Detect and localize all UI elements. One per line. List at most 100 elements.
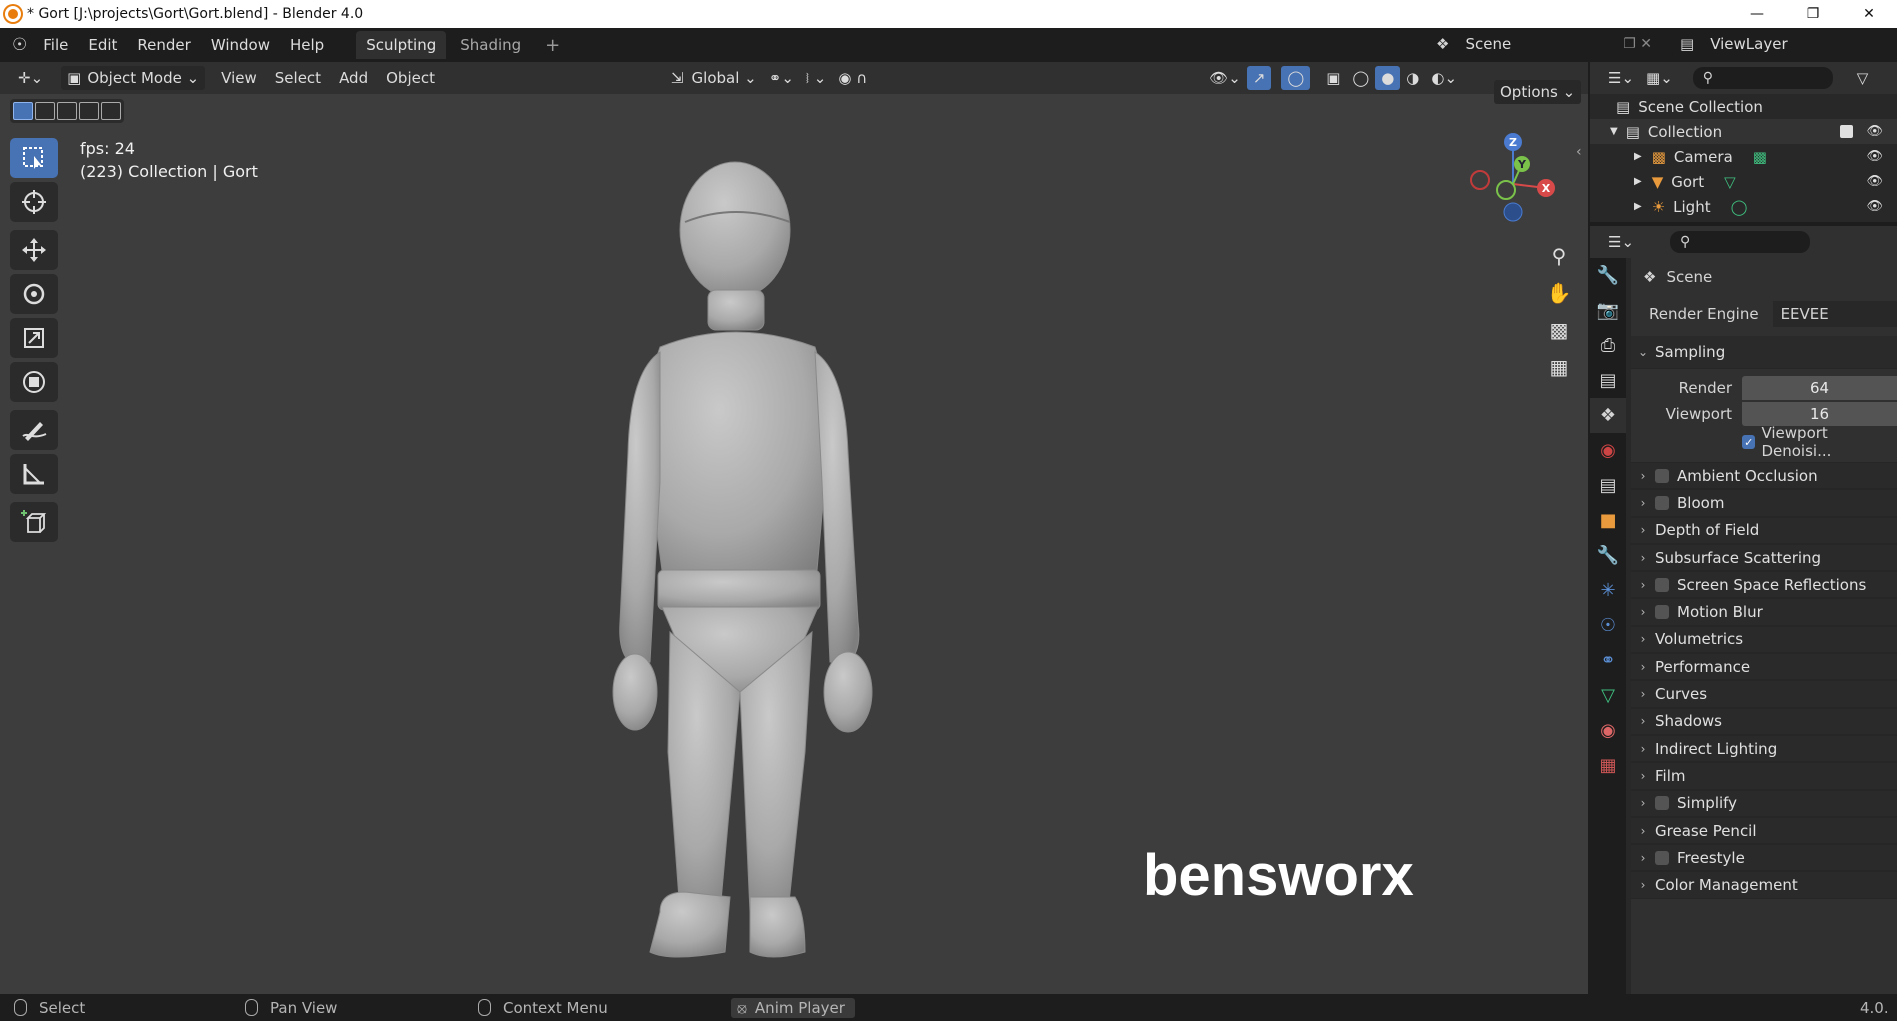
menu-window[interactable]: Window	[201, 36, 280, 54]
outliner-scene-collection[interactable]: ▤ Scene Collection	[1590, 94, 1897, 119]
expand-icon[interactable]: ▶	[1634, 151, 1642, 162]
output-tab-icon[interactable]: ⎙	[1590, 328, 1626, 363]
outliner-item-camera[interactable]: ▶ ▩ Camera ▩ 👁	[1590, 144, 1897, 169]
perspective-grid-icon[interactable]: ▦	[1543, 351, 1575, 383]
light-visibility-icon[interactable]: 👁	[1866, 199, 1883, 214]
render-panel-header[interactable]: › Subsurface Scattering	[1631, 543, 1897, 572]
gort-model[interactable]	[590, 152, 910, 972]
modifier-tab-icon[interactable]: 🔧	[1590, 538, 1626, 573]
scene-name[interactable]: Scene	[1457, 34, 1520, 53]
add-cube-tool[interactable]	[10, 502, 58, 542]
camera-visibility-icon[interactable]: 👁	[1866, 149, 1883, 164]
outliner-editor-type-icon[interactable]: ☰⌄	[1602, 66, 1640, 90]
select-invert-icon[interactable]	[79, 102, 99, 120]
menu-view[interactable]: View	[215, 66, 263, 90]
render-panel-header[interactable]: › Depth of Field	[1631, 516, 1897, 544]
scene-tab-icon[interactable]: ❖	[1590, 398, 1626, 433]
gort-visibility-icon[interactable]: 👁	[1866, 174, 1883, 189]
xray-toggle-icon[interactable]: ▣	[1320, 66, 1346, 90]
scale-tool[interactable]	[10, 318, 58, 358]
tab-shading[interactable]: Shading	[450, 31, 531, 59]
measure-tool[interactable]	[10, 454, 58, 494]
editor-type-icon[interactable]: ✛⌄	[12, 66, 49, 90]
render-panel-header[interactable]: › Ambient Occlusion	[1631, 462, 1897, 490]
collapse-icon[interactable]: ▼	[1610, 126, 1618, 137]
sampling-panel-header[interactable]: ⌄ Sampling	[1631, 336, 1897, 369]
visibility-icon[interactable]: 👁⌄	[1203, 66, 1247, 90]
proportional-edit-icon[interactable]: ◉ ∩	[832, 66, 873, 90]
render-panel-header[interactable]: › Color Management	[1631, 871, 1897, 899]
solid-shading-icon[interactable]: ●	[1375, 66, 1401, 90]
texture-tab-icon[interactable]: ▦	[1590, 748, 1626, 783]
navigation-gizmo[interactable]: Z Y X	[1458, 124, 1568, 234]
rendered-shading-icon[interactable]: ◐⌄	[1425, 66, 1463, 90]
menu-select[interactable]: Select	[269, 66, 327, 90]
select-subtract-icon[interactable]	[57, 102, 77, 120]
panel-enable-checkbox[interactable]	[1655, 796, 1669, 811]
menu-add[interactable]: Add	[333, 66, 374, 90]
sidebar-toggle-icon[interactable]: ‹	[1576, 144, 1582, 160]
blender-menu-icon[interactable]: ☉	[12, 35, 27, 55]
outliner-collection[interactable]: ▼ ▤ Collection 👁	[1590, 119, 1897, 144]
outliner-item-gort[interactable]: ▶ ▼ Gort ▽ 👁	[1590, 169, 1897, 194]
panel-enable-checkbox[interactable]	[1655, 577, 1669, 592]
rotate-tool[interactable]	[10, 274, 58, 314]
render-panel-header[interactable]: › Performance	[1631, 653, 1897, 681]
viewport-denoise-checkbox[interactable]: ✓	[1742, 435, 1756, 449]
particles-tab-icon[interactable]: ✳	[1590, 573, 1626, 608]
render-panel-header[interactable]: › Volumetrics	[1631, 625, 1897, 654]
data-tab-icon[interactable]: ▽	[1590, 678, 1626, 713]
menu-file[interactable]: File	[33, 36, 78, 54]
panel-enable-checkbox[interactable]	[1655, 495, 1669, 510]
view-layer-name[interactable]: ViewLayer	[1702, 34, 1796, 53]
scene-selector[interactable]: ❖ Scene ❐ ✕	[1428, 30, 1660, 57]
object-tab-icon[interactable]: ■	[1590, 503, 1626, 538]
move-tool[interactable]	[10, 230, 58, 270]
render-panel-header[interactable]: › Simplify	[1631, 789, 1897, 817]
3d-viewport[interactable]: ✛⌄ ▣ Object Mode ⌄ View Select Add Object…	[0, 62, 1588, 994]
menu-help[interactable]: Help	[280, 36, 334, 54]
render-panel-header[interactable]: › Bloom	[1631, 489, 1897, 517]
transform-orientation-dropdown[interactable]: ⇲ Global ⌄	[665, 66, 763, 90]
select-extend-icon[interactable]	[35, 102, 55, 120]
panel-enable-checkbox[interactable]	[1655, 605, 1669, 620]
collection-exclude-checkbox[interactable]	[1840, 125, 1853, 138]
viewport-samples-field[interactable]: 16	[1742, 401, 1897, 426]
menu-edit[interactable]: Edit	[78, 36, 127, 54]
collection-visibility-icon[interactable]: 👁	[1866, 124, 1883, 139]
pan-hand-icon[interactable]: ✋	[1543, 277, 1575, 309]
filter-icon[interactable]: ▽	[1851, 66, 1875, 90]
tool-tab-icon[interactable]: 🔧	[1590, 258, 1626, 293]
tab-sculpting[interactable]: Sculpting	[356, 31, 447, 59]
expand-icon[interactable]: ▶	[1634, 176, 1642, 187]
gizmo-toggle-icon[interactable]: ↗	[1246, 66, 1272, 90]
menu-render[interactable]: Render	[127, 36, 200, 54]
render-tab-icon[interactable]: 📷	[1590, 293, 1626, 328]
select-box-tool[interactable]	[10, 138, 58, 178]
pivot-point-icon[interactable]: ⚭⌄	[763, 66, 800, 90]
render-panel-header[interactable]: › Shadows	[1631, 707, 1897, 735]
material-shading-icon[interactable]: ◑	[1400, 66, 1425, 90]
view-layer-tab-icon[interactable]: ▤	[1590, 363, 1626, 398]
anim-player-button[interactable]: ⦻ Anim Player	[731, 997, 855, 1018]
collection-tab-icon[interactable]: ▤	[1590, 468, 1626, 503]
menu-object[interactable]: Object	[380, 66, 441, 90]
select-intersect-icon[interactable]	[101, 102, 121, 120]
camera-view-icon[interactable]: ▩	[1543, 314, 1575, 346]
wireframe-shading-icon[interactable]: ◯	[1346, 66, 1375, 90]
outliner-item-light[interactable]: ▶ ☀ Light ◯ 👁	[1590, 194, 1897, 219]
world-tab-icon[interactable]: ◉	[1590, 433, 1626, 468]
physics-tab-icon[interactable]: ☉	[1590, 608, 1626, 643]
properties-editor-type-icon[interactable]: ☰⌄	[1602, 230, 1640, 254]
material-tab-icon[interactable]: ◉	[1590, 713, 1626, 748]
overlays-toggle-icon[interactable]: ◯	[1281, 66, 1311, 90]
render-panel-header[interactable]: › Motion Blur	[1631, 598, 1897, 626]
render-panel-header[interactable]: › Freestyle	[1631, 844, 1897, 872]
panel-enable-checkbox[interactable]	[1655, 468, 1669, 483]
options-dropdown[interactable]: Options ⌄	[1494, 80, 1582, 104]
new-scene-icon[interactable]: ❐ ✕	[1623, 36, 1652, 52]
add-workspace-icon[interactable]: +	[535, 30, 570, 61]
render-panel-header[interactable]: › Indirect Lighting	[1631, 734, 1897, 763]
render-panel-header[interactable]: › Film	[1631, 762, 1897, 790]
properties-search-input[interactable]: ⚲	[1670, 231, 1811, 253]
